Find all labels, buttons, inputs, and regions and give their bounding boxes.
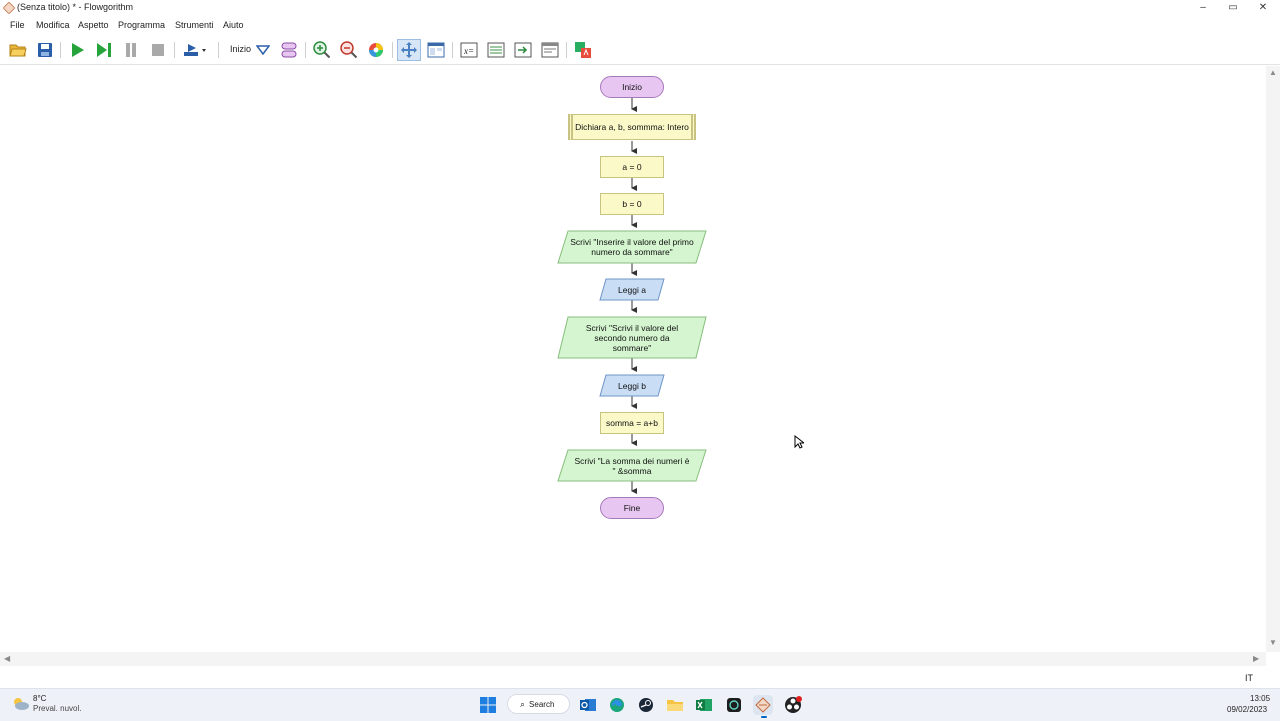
active-app-indicator [761,716,767,718]
zoom-out-icon[interactable] [339,40,359,60]
language-indicator: IT [1245,673,1253,683]
stop-icon[interactable] [148,40,168,60]
step-icon[interactable] [94,40,114,60]
menu-file[interactable]: File [10,20,25,30]
file-explorer-icon[interactable] [665,695,685,715]
open-folder-icon[interactable] [8,40,28,60]
panels-icon[interactable] [426,40,446,60]
variable-watch-icon[interactable]: x= [459,40,479,60]
flow-node-end[interactable]: Fine [600,497,664,519]
menu-aiuto[interactable]: Aiuto [223,20,244,30]
menu-programma[interactable]: Programma [118,20,165,30]
flow-node-declare[interactable]: Dichiara a, b, sommma: Intero [568,114,696,140]
status-bar [0,666,1280,688]
taskbar-time[interactable]: 13:05 [1250,694,1270,703]
run-options-icon[interactable] [183,40,209,60]
minimize-button[interactable]: – [1188,0,1218,16]
translate-icon[interactable] [573,40,593,60]
close-button[interactable]: ✕ [1248,0,1278,16]
color-wheel-icon[interactable] [366,40,386,60]
flow-node-output-2[interactable]: Scrivi "Scrivi il valore del secondo num… [576,317,688,358]
outlook-icon[interactable] [578,695,598,715]
maximize-button[interactable]: ▭ [1218,0,1248,16]
search-icon: ⌕ [520,698,526,709]
flowgorithm-app-icon [2,1,16,15]
zoom-in-icon[interactable] [312,40,332,60]
taskbar-search[interactable]: ⌕ Search [507,694,570,714]
scroll-up-icon[interactable]: ▲ [1269,68,1277,77]
scroll-right-icon[interactable]: ▶ [1253,654,1259,663]
vertical-scrollbar[interactable]: ▲ ▼ [1266,66,1280,652]
dropdown-arrow-icon[interactable] [253,40,273,60]
flow-node-assign-sum[interactable]: somma = a+b [600,412,664,434]
excel-icon[interactable] [694,695,714,715]
obs-icon[interactable] [783,695,803,715]
source-view-icon[interactable] [540,40,560,60]
layout-icon[interactable] [279,40,299,60]
edge-icon[interactable] [607,695,627,715]
window-title: (Senza titolo) * - Flowgorithm [17,2,134,12]
menu-modifica[interactable]: Modifica [36,20,70,30]
pause-icon[interactable] [121,40,141,60]
flow-node-input-a[interactable]: Leggi a [604,279,660,300]
steam-icon[interactable] [636,695,656,715]
declare-text: Dichiara a, b, sommma: Intero [575,122,689,132]
title-bar: (Senza titolo) * - Flowgorithm – ▭ ✕ [0,0,1280,16]
flow-node-output-1[interactable]: Scrivi "Inserire il valore del primo num… [570,231,694,263]
horizontal-scrollbar[interactable]: ◀ ▶ [0,652,1266,666]
terminal-app-icon[interactable] [724,695,744,715]
weather-description[interactable]: Preval. nuvol. [33,704,81,713]
weather-cloud-icon[interactable] [12,697,30,711]
run-icon[interactable] [67,40,87,60]
console-icon[interactable] [486,40,506,60]
weather-temperature[interactable]: 8°C [33,694,46,703]
save-icon[interactable] [35,40,55,60]
scroll-down-icon[interactable]: ▼ [1269,638,1277,647]
flow-node-start[interactable]: Inizio [600,76,664,98]
search-label: Search [529,699,555,709]
start-selector-label[interactable]: Inizio [230,44,251,54]
flow-node-input-b[interactable]: Leggi b [604,375,660,396]
menu-aspetto[interactable]: Aspetto [78,20,109,30]
menu-bar: File Modifica Aspetto Programma Strument… [0,18,1280,34]
menu-strumenti[interactable]: Strumenti [175,20,214,30]
taskbar-date[interactable]: 09/02/2023 [1227,705,1267,714]
flowchart-canvas[interactable] [0,66,1266,652]
flowgorithm-icon[interactable] [753,695,773,715]
move-icon[interactable] [397,39,421,61]
flow-node-output-3[interactable]: Scrivi "La somma dei numeri è " &somma [574,450,690,481]
flow-node-assign-a[interactable]: a = 0 [600,156,664,178]
svg-text:x=: x= [463,46,474,56]
toolbar: Inizio x= [0,36,1280,64]
scroll-left-icon[interactable]: ◀ [4,654,10,663]
mouse-cursor-icon [794,435,804,449]
windows-start-icon[interactable] [478,695,498,715]
output-icon[interactable] [513,40,533,60]
flow-node-assign-b[interactable]: b = 0 [600,193,664,215]
